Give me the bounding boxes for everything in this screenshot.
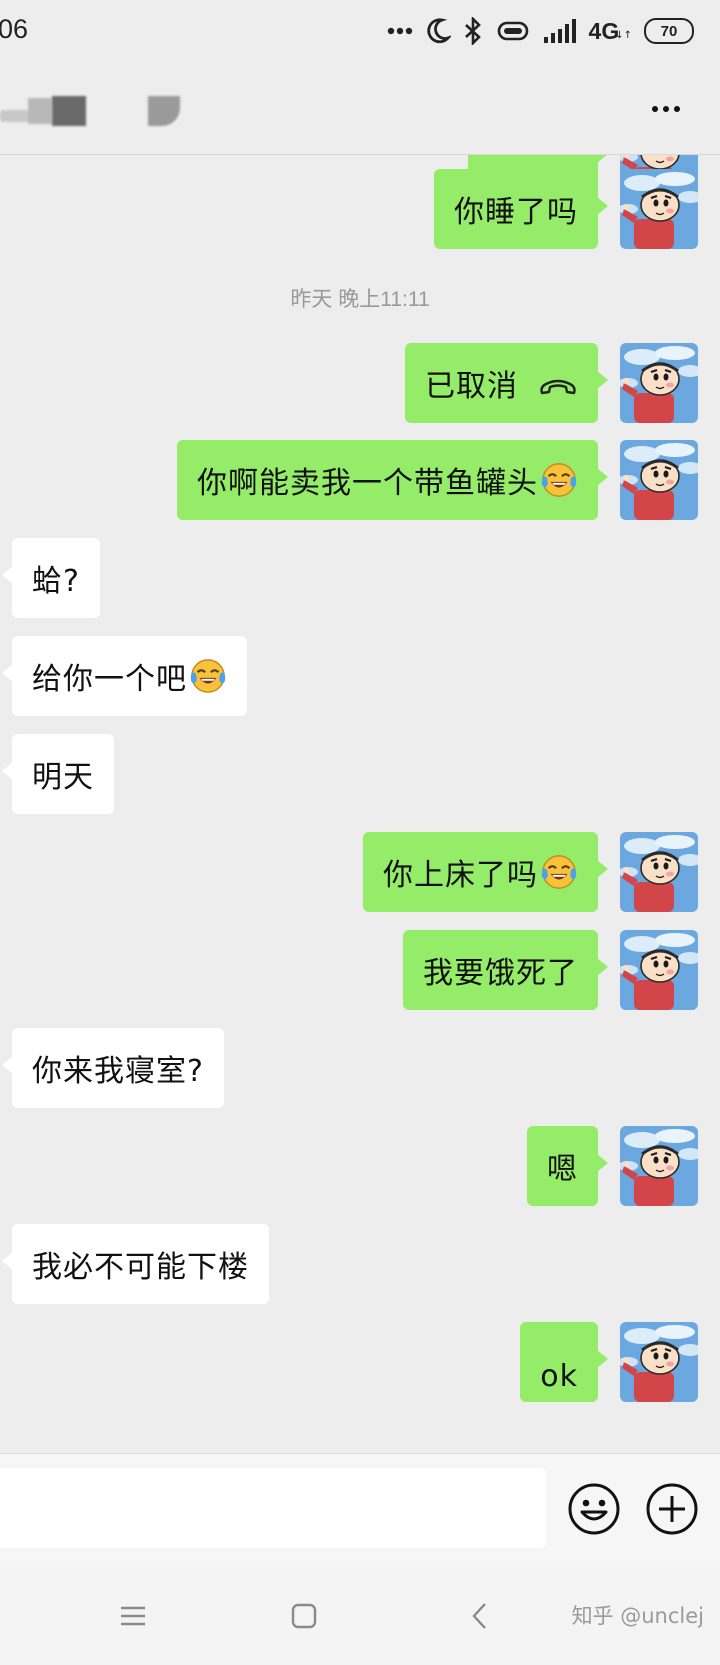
contact-name-redacted bbox=[0, 96, 190, 130]
timestamp: 昨天 晚上11:11 bbox=[290, 288, 430, 311]
avatar[interactable] bbox=[620, 1322, 698, 1402]
message-text: 蛤? bbox=[32, 564, 80, 599]
battery-icon: 70 bbox=[644, 18, 694, 44]
message-input[interactable] bbox=[0, 1468, 546, 1548]
incoming-bubble[interactable]: 蛤? bbox=[2, 538, 100, 618]
back-icon bbox=[472, 1603, 486, 1629]
status-icons: 4G ↓↑ 70 bbox=[387, 14, 694, 48]
incoming-bubble[interactable]: 明天 bbox=[2, 734, 114, 814]
status-time: 06 bbox=[0, 14, 29, 44]
message-text: 我要饿死了 bbox=[423, 956, 578, 991]
bluetooth-icon bbox=[463, 17, 483, 45]
outgoing-bubble[interactable]: 我要饿死了 bbox=[403, 930, 608, 1010]
incoming-bubble[interactable]: 给你一个吧 bbox=[2, 636, 247, 716]
watermark: 知乎 @unclej bbox=[571, 1604, 704, 1628]
message-text: 你上床了吗 bbox=[383, 858, 538, 893]
home-icon bbox=[291, 1603, 317, 1629]
message-text: 你啊能卖我一个带鱼罐头 bbox=[197, 466, 538, 501]
message-text: 明天 bbox=[32, 760, 94, 795]
avatar[interactable] bbox=[620, 1126, 698, 1206]
avatar[interactable] bbox=[620, 930, 698, 1010]
vibrate-icon bbox=[495, 20, 531, 42]
incoming-bubble[interactable]: 你来我寝室? bbox=[2, 1028, 224, 1108]
avatar[interactable] bbox=[620, 832, 698, 912]
signal-icon bbox=[543, 18, 577, 44]
call-cancelled-bubble[interactable]: 已取消 bbox=[405, 343, 608, 423]
tears-of-joy-icon bbox=[540, 853, 578, 891]
outgoing-bubble[interactable]: 你睡了吗 bbox=[434, 169, 608, 249]
tears-of-joy-icon bbox=[540, 461, 578, 499]
system-nav-bar: 知乎 @unclej bbox=[0, 1566, 720, 1665]
message-text: 已取消 bbox=[425, 369, 518, 404]
message-text: 你睡了吗 bbox=[454, 195, 578, 230]
message-text: ok bbox=[540, 1358, 578, 1394]
message-text: 你来我寝室? bbox=[32, 1054, 204, 1089]
more-button[interactable] bbox=[646, 92, 686, 126]
input-bar bbox=[0, 1453, 720, 1566]
smiley-icon bbox=[568, 1483, 620, 1535]
status-bar: 06 4G ↓↑ 70 bbox=[0, 0, 720, 64]
message-list[interactable]: 你睡了吗 昨天 晚上11:11 已取消 你啊能卖我一个带鱼罐头 蛤? 给你一个吧 bbox=[0, 155, 720, 1453]
menu-icon bbox=[121, 1606, 145, 1626]
avatar[interactable] bbox=[620, 440, 698, 520]
outgoing-bubble[interactable]: 你啊能卖我一个带鱼罐头 bbox=[177, 440, 608, 520]
message-text: 给你一个吧 bbox=[32, 662, 187, 697]
plus-icon bbox=[646, 1483, 698, 1535]
message-text: 我必不可能下楼 bbox=[32, 1250, 249, 1285]
more-notifications-icon bbox=[387, 27, 413, 35]
plus-button[interactable] bbox=[645, 1482, 699, 1536]
avatar[interactable] bbox=[620, 343, 698, 423]
menu-button[interactable] bbox=[113, 1596, 153, 1636]
emoji-button[interactable] bbox=[567, 1482, 621, 1536]
avatar[interactable] bbox=[620, 169, 698, 249]
incoming-bubble[interactable]: 我必不可能下楼 bbox=[2, 1224, 269, 1304]
outgoing-bubble[interactable]: 嗯 bbox=[527, 1126, 608, 1206]
outgoing-bubble[interactable]: ok bbox=[520, 1322, 608, 1402]
message-text: 嗯 bbox=[547, 1152, 578, 1187]
moon-icon bbox=[425, 17, 451, 45]
network-type: 4G ↓↑ bbox=[589, 18, 632, 45]
hangup-icon bbox=[538, 372, 578, 395]
tears-of-joy-icon bbox=[189, 657, 227, 695]
chat-header bbox=[0, 64, 720, 155]
outgoing-bubble[interactable]: 你上床了吗 bbox=[363, 832, 608, 912]
data-arrows-icon: ↓↑ bbox=[615, 29, 632, 41]
back-button[interactable] bbox=[461, 1596, 501, 1636]
home-button[interactable] bbox=[284, 1596, 324, 1636]
